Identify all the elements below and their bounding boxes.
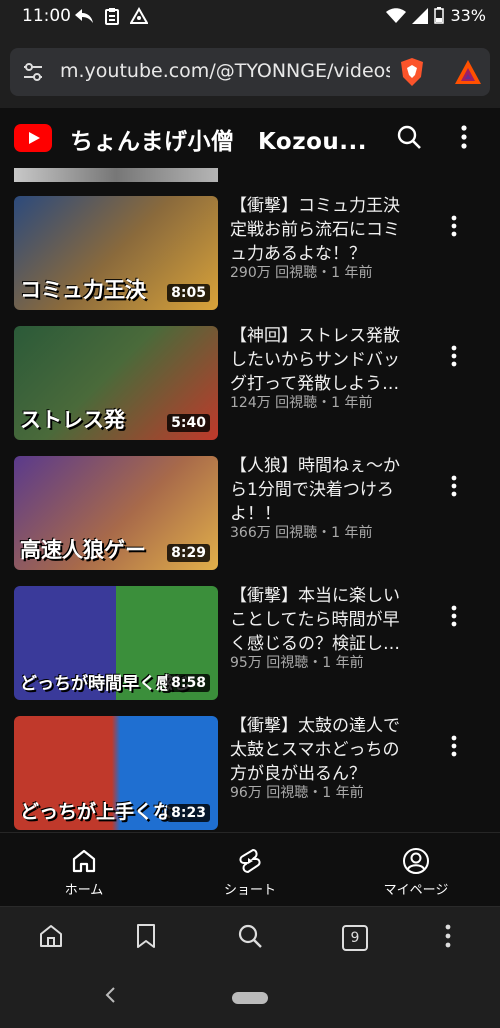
video-thumbnail[interactable]: どっちが時間早く感じ 8:58	[14, 586, 218, 700]
nav-home-label: ホーム	[64, 883, 104, 898]
search-icon[interactable]	[396, 124, 422, 150]
video-title[interactable]: 【人狼】時間ねぇ〜から1分間で決着つけろよ！！	[230, 454, 416, 526]
home-icon	[72, 849, 96, 873]
address-bar[interactable]: m.youtube.com/@TYONNGE/videos	[10, 48, 490, 96]
video-menu-icon[interactable]	[448, 734, 460, 758]
bookmark-icon[interactable]	[135, 923, 157, 949]
browser-home-icon[interactable]	[38, 923, 64, 949]
reply-icon	[75, 9, 93, 23]
battery-percent: 33%	[450, 6, 486, 25]
nav-mypage-label: マイページ	[383, 883, 449, 898]
video-title[interactable]: 【衝撃】太鼓の達人で太鼓とスマホどっちの方が良が出るん？	[230, 714, 416, 786]
video-item[interactable]: どっちが時間早く感じ 8:58 【衝撃】本当に楽しいことしてたら時間が早く感じる…	[0, 586, 500, 702]
status-time: 11:00	[22, 6, 71, 26]
home-gesture-pill[interactable]	[232, 992, 268, 1004]
video-title[interactable]: 【神回】ストレス発散したいからサンドバッグ打って発散しよう…	[230, 324, 416, 396]
browser-bottom-toolbar: 9	[0, 906, 500, 967]
video-meta: 124万 回視聴・1 年前	[230, 395, 373, 411]
video-meta: 96万 回視聴・1 年前	[230, 785, 364, 801]
wifi-icon	[386, 7, 407, 23]
nav-mypage[interactable]: マイページ	[356, 847, 476, 898]
nav-shorts-label: ショート	[223, 883, 276, 898]
video-list: コミュ力王決 8:05 【衝撃】コミュ力王決定戦お前ら流石にコミュ力あるよな！？…	[0, 168, 500, 832]
nav-shorts[interactable]: ショート	[190, 847, 310, 898]
video-menu-icon[interactable]	[448, 474, 460, 498]
brave-shields-icon[interactable]	[398, 57, 426, 87]
video-duration: 8:58	[167, 674, 210, 692]
video-meta: 95万 回視聴・1 年前	[230, 655, 364, 671]
video-thumbnail[interactable]: 高速人狼ゲー 8:29	[14, 456, 218, 570]
status-bar: 11:00 33%	[0, 0, 500, 32]
video-thumbnail[interactable]: ストレス発 5:40	[14, 326, 218, 440]
video-duration: 8:29	[167, 544, 210, 562]
clipboard-icon	[105, 8, 119, 25]
video-duration: 5:40	[167, 414, 210, 432]
system-nav-bar	[0, 966, 500, 1028]
youtube-bottom-nav: ホーム ショート マイページ	[0, 832, 500, 907]
url-text[interactable]: m.youtube.com/@TYONNGE/videos	[60, 60, 390, 82]
battery-icon	[434, 7, 445, 24]
browser-search-icon[interactable]	[237, 923, 263, 949]
video-duration: 8:05	[167, 284, 210, 302]
signal-icon	[412, 7, 429, 24]
browser-menu-icon[interactable]	[444, 923, 452, 949]
video-item[interactable]: どっちが上手くな 8:23 【衝撃】太鼓の達人で太鼓とスマホどっちの方が良が出る…	[0, 716, 500, 832]
browser-toolbar-top: m.youtube.com/@TYONNGE/videos	[0, 32, 500, 108]
app-triangle-icon	[130, 7, 148, 24]
video-thumbnail[interactable]: コミュ力王決 8:05	[14, 196, 218, 310]
channel-title: ちょんまげ小僧 Kozou...	[70, 129, 367, 155]
video-title[interactable]: 【衝撃】本当に楽しいことしてたら時間が早く感じるの？検証し…	[230, 584, 416, 656]
more-options-icon[interactable]	[460, 124, 468, 150]
video-menu-icon[interactable]	[448, 214, 460, 238]
nav-home[interactable]: ホーム	[24, 847, 144, 898]
video-title[interactable]: 【衝撃】コミュ力王決定戦お前ら流石にコミュ力あるよな！？	[230, 194, 416, 266]
video-meta: 366万 回視聴・1 年前	[230, 525, 373, 541]
video-item[interactable]: コミュ力王決 8:05 【衝撃】コミュ力王決定戦お前ら流石にコミュ力あるよな！？…	[0, 196, 500, 312]
youtube-logo-icon[interactable]	[14, 124, 52, 152]
video-menu-icon[interactable]	[448, 344, 460, 368]
video-thumbnail[interactable]: どっちが上手くな 8:23	[14, 716, 218, 830]
video-item[interactable]: 高速人狼ゲー 8:29 【人狼】時間ねぇ〜から1分間で決着つけろよ！！ 366万…	[0, 456, 500, 572]
youtube-header: ちょんまげ小僧 Kozou...	[0, 108, 500, 168]
tabs-counter[interactable]: 9	[342, 925, 368, 951]
site-settings-icon[interactable]	[22, 62, 44, 82]
video-duration: 8:23	[167, 804, 210, 822]
back-chevron-icon[interactable]	[104, 986, 118, 1004]
shorts-icon	[239, 848, 261, 874]
brave-rewards-icon[interactable]	[454, 59, 482, 85]
video-menu-icon[interactable]	[448, 604, 460, 628]
account-icon	[403, 848, 429, 874]
video-item[interactable]: ストレス発 5:40 【神回】ストレス発散したいからサンドバッグ打って発散しよう…	[0, 326, 500, 442]
video-meta: 290万 回視聴・1 年前	[230, 265, 373, 281]
partial-thumbnail[interactable]	[14, 168, 218, 182]
